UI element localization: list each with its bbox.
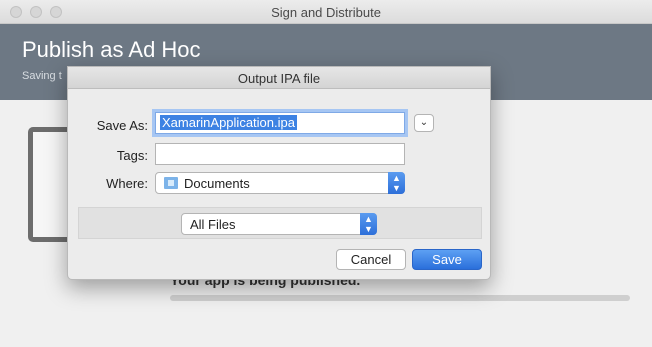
banner-subtitle: Saving t <box>22 70 62 82</box>
tags-label: Tags: <box>116 148 148 163</box>
window-titlebar: Sign and Distribute <box>0 0 652 24</box>
dialog-title: Output IPA file <box>68 67 490 89</box>
window-title: Sign and Distribute <box>271 5 381 20</box>
where-value: Documents <box>184 176 250 191</box>
save-button[interactable]: Save <box>412 249 482 270</box>
expand-dialog-button[interactable]: ⌄ <box>414 114 434 132</box>
select-stepper-icon: ▲ ▼ <box>360 213 377 235</box>
file-type-select[interactable]: All Files ▲ ▼ <box>181 213 377 235</box>
select-stepper-icon: ▲ ▼ <box>388 172 405 194</box>
save-as-label: Save As: <box>96 118 148 133</box>
save-as-value: XamarinApplication.ipa <box>160 115 297 130</box>
save-as-field[interactable]: XamarinApplication.ipa <box>155 112 405 134</box>
folder-icon <box>164 177 178 189</box>
chevron-down-icon: ⌄ <box>419 117 429 128</box>
cancel-button[interactable]: Cancel <box>336 249 406 270</box>
file-type-value: All Files <box>190 217 236 232</box>
where-label: Where: <box>106 176 148 191</box>
output-ipa-dialog: Output IPA file Save As: XamarinApplicat… <box>67 66 491 280</box>
tags-field[interactable] <box>155 143 405 165</box>
banner-title: Publish as Ad Hoc <box>22 37 201 62</box>
where-select[interactable]: Documents ▲ ▼ <box>155 172 405 194</box>
file-format-bar: All Files ▲ ▼ <box>78 207 482 239</box>
progress-bar <box>170 295 630 301</box>
